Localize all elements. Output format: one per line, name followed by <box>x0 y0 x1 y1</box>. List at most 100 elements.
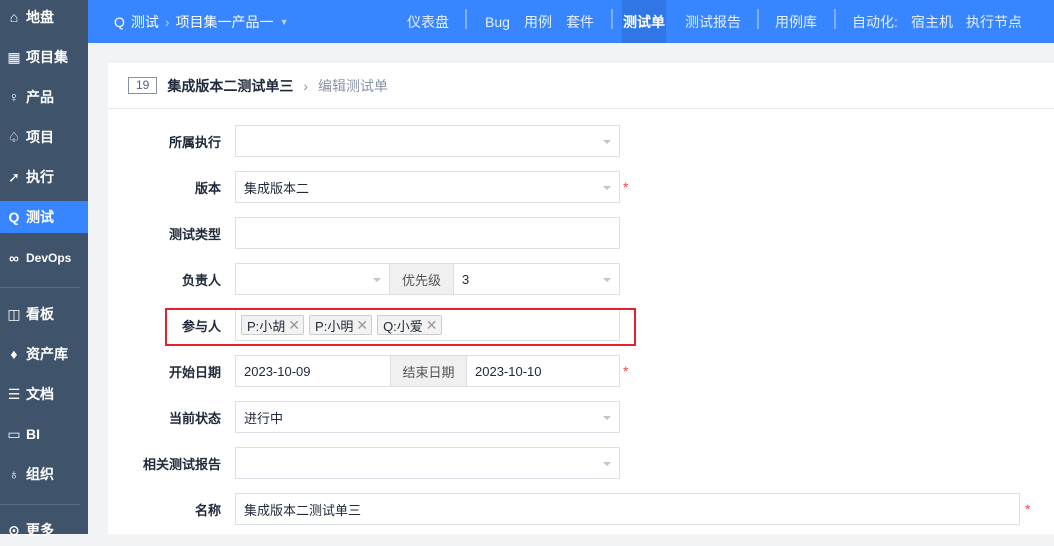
test-type-input[interactable] <box>235 217 620 249</box>
label: 组织 <box>26 466 54 482</box>
nav-caselib[interactable]: 用例库 <box>775 0 817 43</box>
field-label: 所属执行 <box>168 134 221 150</box>
nav-exec-node[interactable]: 执行节点 <box>966 0 1022 43</box>
chevron-down-icon <box>603 278 611 282</box>
topbar: Q 测试 › 项目集一产品一 ▼ 仪表盘 Bug 用例 套件 测试单 测试报告 … <box>88 0 1054 43</box>
people-icon: ♁ <box>8 466 20 482</box>
divider <box>611 9 613 29</box>
page-subtitle: 编辑测试单 <box>318 77 389 94</box>
id-badge: 19 <box>128 77 158 94</box>
test-icon: Q <box>114 13 125 30</box>
chevron-right-icon: › <box>164 13 170 30</box>
field-label: 当前状态 <box>168 410 221 426</box>
nav-dashboard[interactable]: 仪表盘 <box>407 0 449 43</box>
highlight-box <box>165 308 636 346</box>
field-label: 相关测试报告 <box>142 456 221 472</box>
infinity-icon: ∞ <box>9 250 19 266</box>
value: 3 <box>462 271 470 287</box>
chevron-down-icon <box>603 462 611 466</box>
sidebar-item-project[interactable]: ♤ 项目 <box>0 121 88 153</box>
sidebar-item-devops[interactable]: ∞ DevOps <box>0 242 88 274</box>
divider <box>0 287 80 288</box>
end-date-input[interactable]: 2023-10-10 <box>466 355 620 387</box>
edit-testtask-panel: 19 集成版本二测试单三 › 编辑测试单 所属执行 版本 集成版本二 * 测试类… <box>108 63 1054 534</box>
nav-host[interactable]: 宿主机 <box>911 0 953 43</box>
end-date-label: 结束日期 <box>390 355 467 387</box>
chevron-down-icon <box>603 416 611 420</box>
sidebar-item-test[interactable]: Q 测试 <box>0 201 88 233</box>
diamond-icon: ♦ <box>10 346 18 362</box>
priority-select[interactable]: 3 <box>453 263 620 295</box>
divider <box>0 504 80 505</box>
required-mark: * <box>1025 501 1031 517</box>
bulb-icon: ♀ <box>8 89 20 105</box>
doc-icon: ☰ <box>7 385 21 402</box>
label: 看板 <box>26 306 54 322</box>
value: 集成版本二 <box>244 180 310 196</box>
program-switcher[interactable]: 项目集一产品一 <box>176 12 274 32</box>
panel-header: 19 集成版本二测试单三 › 编辑测试单 <box>108 63 1054 109</box>
sidebar-item-bi[interactable]: ▭ BI <box>0 418 88 450</box>
chevron-right-icon: › <box>303 77 309 94</box>
priority-label: 优先级 <box>389 263 454 295</box>
sidebar-item-org[interactable]: ♁ 组织 <box>0 458 88 490</box>
grid-icon: ▦ <box>7 48 21 65</box>
nav-suite[interactable]: 套件 <box>566 0 594 43</box>
label: 产品 <box>26 89 54 105</box>
sidebar-item-more[interactable]: ⊙ 更多 <box>0 514 88 546</box>
field-label: 负责人 <box>181 272 221 288</box>
more-icon: ⊙ <box>8 521 20 538</box>
value: 进行中 <box>244 410 284 426</box>
report-select[interactable] <box>235 447 620 479</box>
divider <box>757 9 759 29</box>
label: 资产库 <box>26 346 68 362</box>
sidebar-item-assetlib[interactable]: ♦ 资产库 <box>0 338 88 370</box>
nav-automation[interactable]: 自动化: <box>852 0 898 43</box>
label: DevOps <box>26 251 72 265</box>
divider <box>834 9 836 29</box>
sidebar: ⌂ 地盘 ▦ 项目集 ♀ 产品 ♤ 项目 ➚ 执行 Q 测试 ∞ DevOps ◫ 看板 ♦ 资产… <box>0 0 88 538</box>
sidebar-item-product[interactable]: ♀ 产品 <box>0 81 88 113</box>
rocket-icon: ♤ <box>7 128 21 145</box>
label: 测试 <box>26 209 54 225</box>
execution-select[interactable] <box>235 125 620 157</box>
label: 地盘 <box>26 9 54 25</box>
required-mark: * <box>623 363 629 379</box>
field-label: 开始日期 <box>168 364 221 380</box>
run-icon: ➚ <box>8 168 20 185</box>
home-icon: ⌂ <box>9 9 19 25</box>
nav-testtask[interactable]: 测试单 <box>622 0 666 43</box>
chevron-down-icon: ▼ <box>279 16 289 27</box>
status-select[interactable]: 进行中 <box>235 401 620 433</box>
value: 集成版本二测试单三 <box>244 502 362 518</box>
chevron-down-icon <box>373 278 381 282</box>
owner-select[interactable] <box>235 263 390 295</box>
sidebar-item-dashboard[interactable]: ⌂ 地盘 <box>0 1 88 33</box>
sidebar-item-program[interactable]: ▦ 项目集 <box>0 41 88 73</box>
test-icon: Q <box>8 209 20 225</box>
sidebar-item-execution[interactable]: ➚ 执行 <box>0 161 88 193</box>
nav-testreport[interactable]: 测试报告 <box>685 0 741 43</box>
label: 文档 <box>26 386 54 402</box>
monitor-icon: ▭ <box>7 425 21 442</box>
divider <box>465 9 467 29</box>
label: 项目集 <box>26 49 68 65</box>
label: BI <box>26 426 40 442</box>
module-link[interactable]: 测试 <box>131 12 159 32</box>
value: 2023-10-09 <box>244 363 311 379</box>
sidebar-item-kanban[interactable]: ◫ 看板 <box>0 298 88 330</box>
breadcrumb: Q 测试 › 项目集一产品一 ▼ <box>114 0 288 43</box>
label: 项目 <box>26 129 54 145</box>
required-mark: * <box>623 179 629 195</box>
field-label: 测试类型 <box>168 226 221 242</box>
sidebar-item-doc[interactable]: ☰ 文档 <box>0 378 88 410</box>
page-title[interactable]: 集成版本二测试单三 <box>167 76 293 96</box>
build-select[interactable]: 集成版本二 <box>235 171 620 203</box>
chevron-down-icon <box>603 140 611 144</box>
begin-date-input[interactable]: 2023-10-09 <box>235 355 391 387</box>
nav-case[interactable]: 用例 <box>524 0 552 43</box>
nav-bug[interactable]: Bug <box>485 0 510 43</box>
name-input[interactable]: 集成版本二测试单三 <box>235 493 1020 525</box>
field-label: 名称 <box>194 502 221 518</box>
value: 2023-10-10 <box>475 363 542 379</box>
